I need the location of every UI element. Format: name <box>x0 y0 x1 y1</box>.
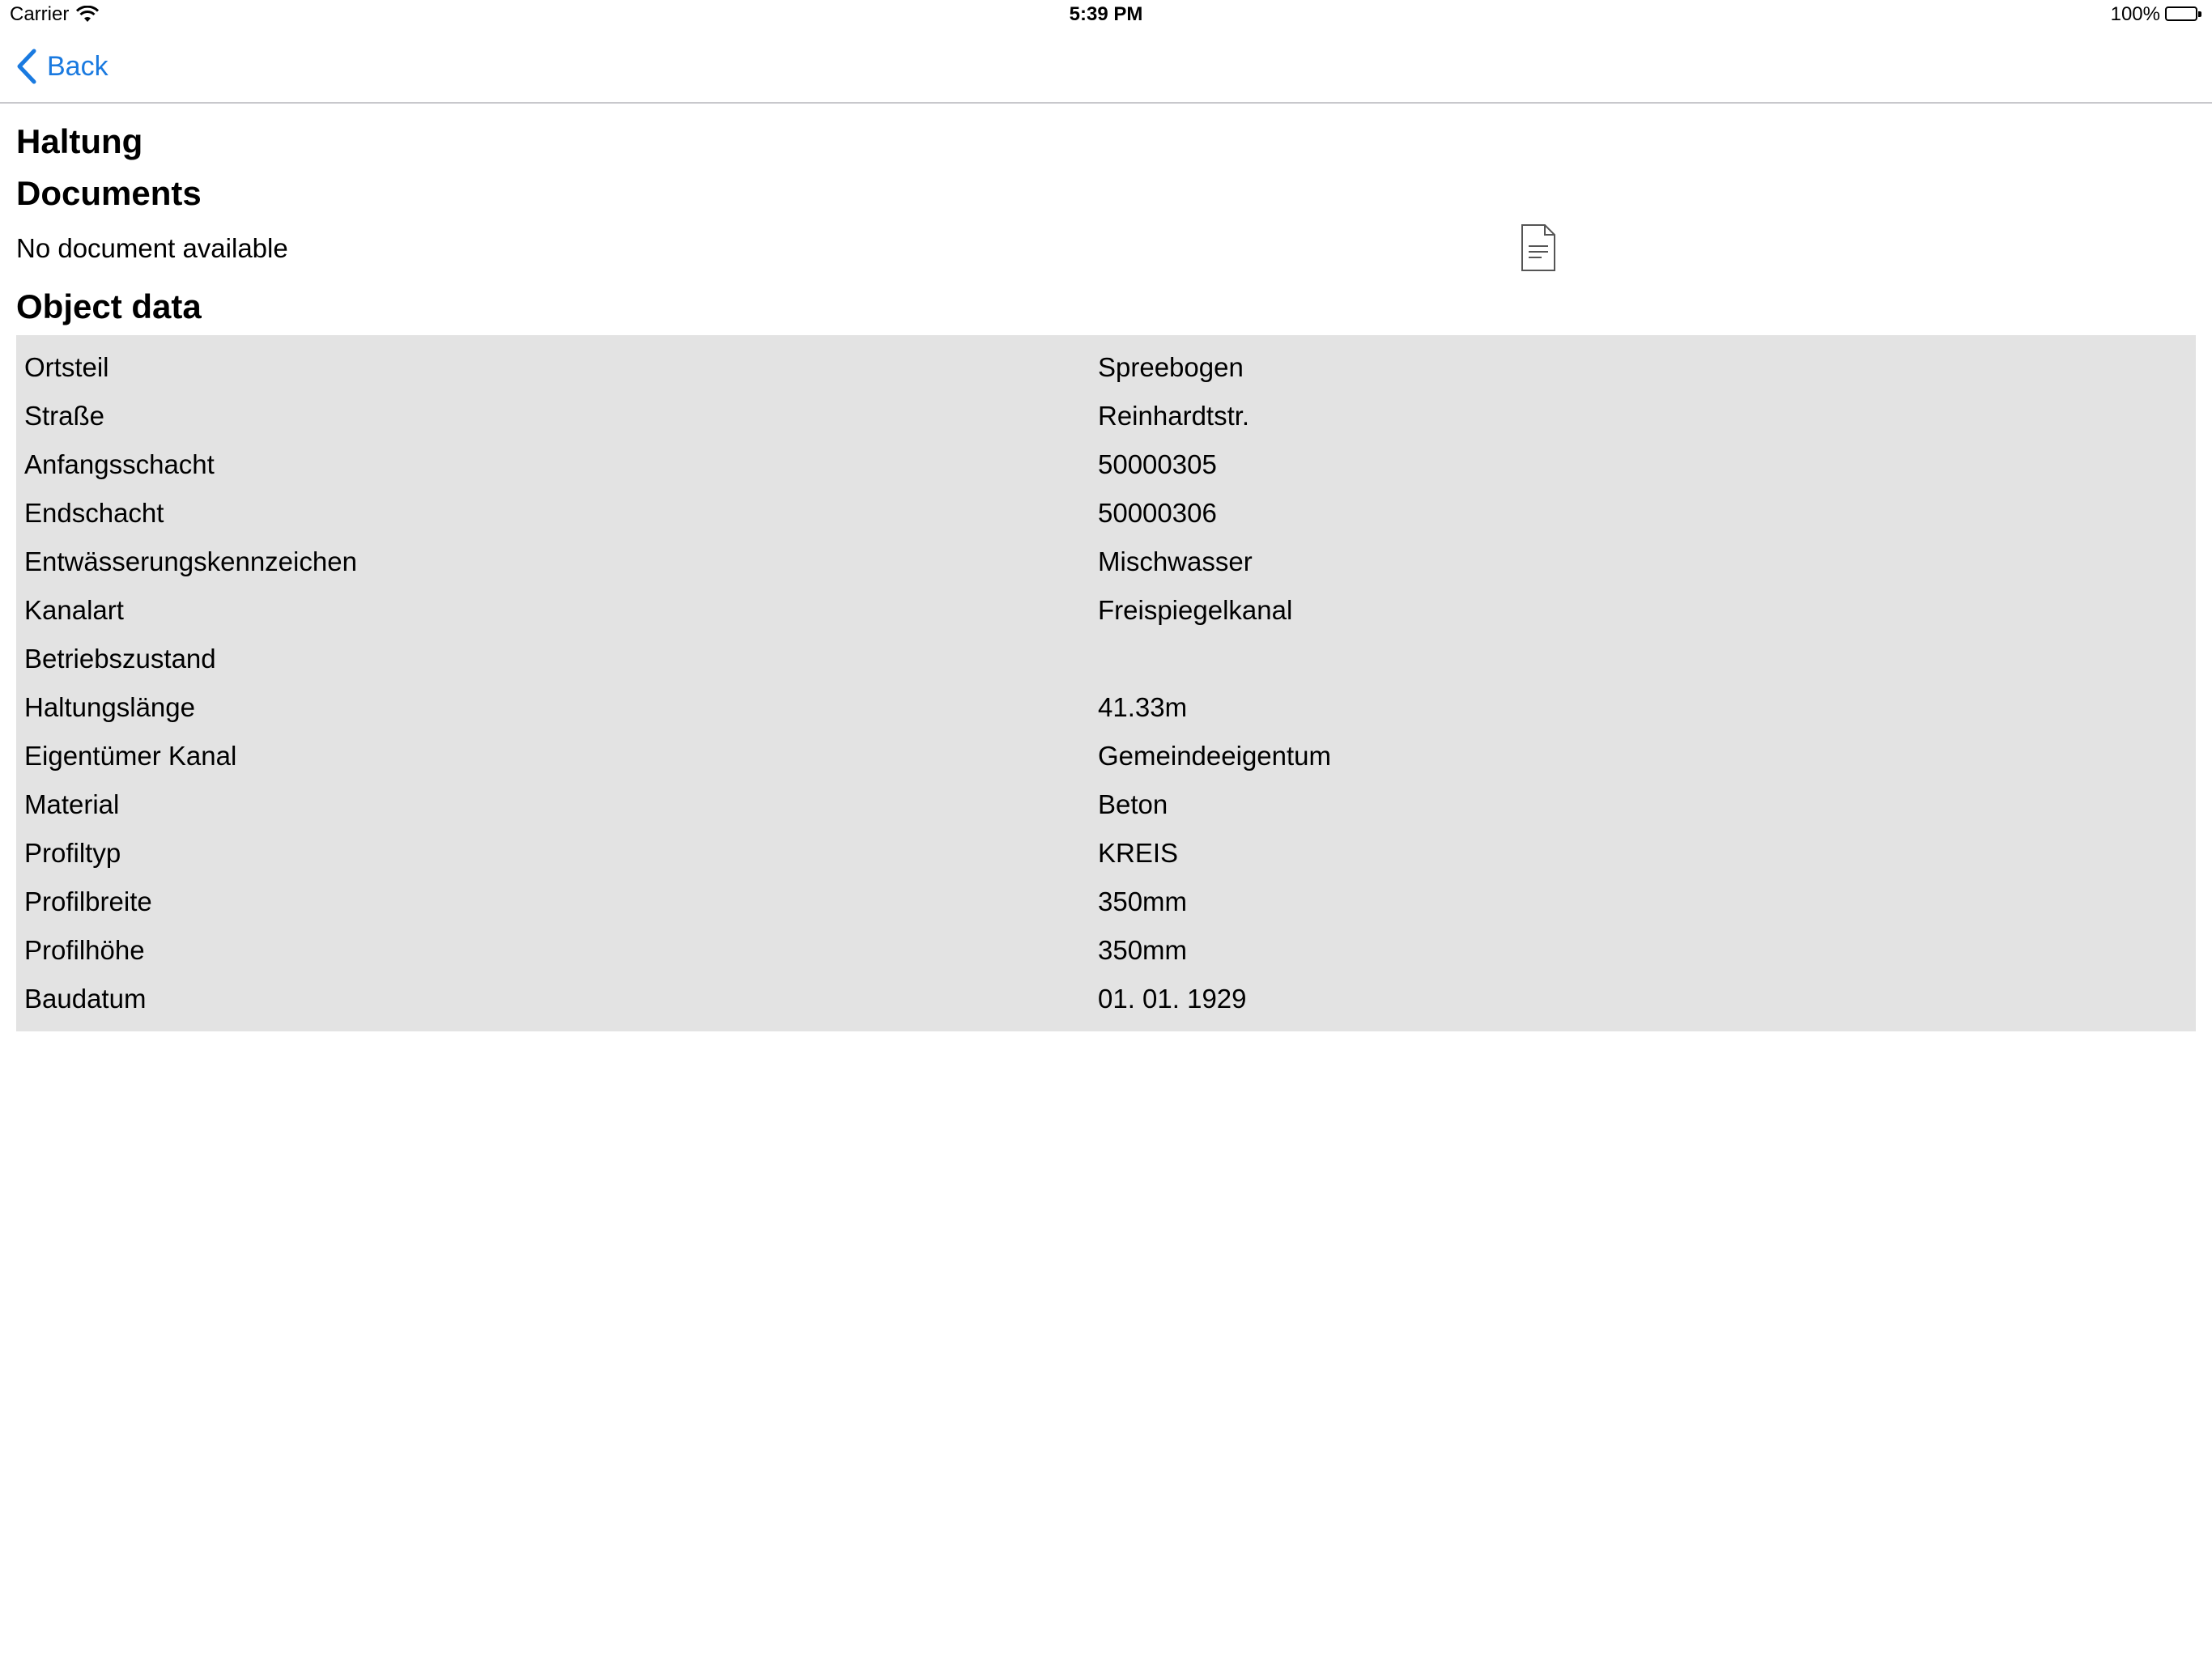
object-key: Profilhöhe <box>24 935 145 965</box>
table-row: Haltungslänge 41.33m <box>16 683 2196 732</box>
object-value: Gemeindeeigentum <box>1098 741 1332 771</box>
object-value: Freispiegelkanal <box>1098 595 1293 625</box>
object-key: Ortsteil <box>24 352 109 382</box>
table-row: Anfangsschacht 50000305 <box>16 440 2196 489</box>
document-icon[interactable] <box>1519 223 1558 272</box>
table-row: Ortsteil Spreebogen <box>16 343 2196 392</box>
object-key: Endschacht <box>24 498 164 528</box>
table-row: Eigentümer Kanal Gemeindeeigentum <box>16 732 2196 780</box>
table-row: Profiltyp KREIS <box>16 829 2196 878</box>
object-data-table: Ortsteil Spreebogen Straße Reinhardtstr. Anf… <box>16 335 2196 1031</box>
object-value: 01. 01. 1929 <box>1098 984 1247 1014</box>
back-label: Back <box>47 50 108 82</box>
object-value: KREIS <box>1098 838 1179 868</box>
table-row: Endschacht 50000306 <box>16 489 2196 538</box>
object-key: Profiltyp <box>24 838 121 868</box>
table-row: Kanalart Freispiegelkanal <box>16 586 2196 635</box>
table-row: Material Beton <box>16 780 2196 829</box>
table-row: Entwässerungskennzeichen Mischwasser <box>16 538 2196 586</box>
main-content: Haltung Documents No document available … <box>16 120 2196 1031</box>
object-key: Baudatum <box>24 984 147 1014</box>
table-row: Profilhöhe 350mm <box>16 926 2196 975</box>
documents-row: No document available <box>16 217 2196 280</box>
object-value: 50000305 <box>1098 449 1217 479</box>
object-value: 50000306 <box>1098 498 1217 528</box>
object-value: 41.33m <box>1098 692 1188 722</box>
battery-icon <box>2165 6 2202 23</box>
chevron-left-icon <box>17 49 36 84</box>
documents-title: Documents <box>16 174 202 212</box>
object-key: Straße <box>24 401 105 431</box>
back-button[interactable]: Back <box>16 49 108 84</box>
page-title: Haltung <box>16 122 143 160</box>
object-value: 350mm <box>1098 935 1188 965</box>
table-row: Baudatum 01. 01. 1929 <box>16 975 2196 1023</box>
battery-percent: 100% <box>2110 3 2160 25</box>
object-key: Haltungslänge <box>24 692 195 722</box>
object-key: Betriebszustand <box>24 644 216 674</box>
object-key: Eigentümer Kanal <box>24 741 237 771</box>
object-key: Kanalart <box>24 595 124 625</box>
no-document-label: No document available <box>16 233 288 263</box>
object-data-title: Object data <box>16 287 202 325</box>
object-value: 350mm <box>1098 886 1188 916</box>
table-row: Profilbreite 350mm <box>16 878 2196 926</box>
status-battery: 100% <box>2111 3 2202 26</box>
object-key: Material <box>24 789 120 819</box>
object-value: Mischwasser <box>1098 546 1253 576</box>
table-row: Straße Reinhardtstr. <box>16 392 2196 440</box>
object-value: Spreebogen <box>1098 352 1244 382</box>
object-key: Entwässerungskennzeichen <box>24 546 357 576</box>
object-key: Profilbreite <box>24 886 152 916</box>
status-time: 5:39 PM <box>1069 3 1143 25</box>
object-value: Reinhardtstr. <box>1098 401 1250 431</box>
navigation-bar: Back <box>0 32 2212 104</box>
object-key: Anfangsschacht <box>24 449 215 479</box>
table-row: Betriebszustand <box>16 635 2196 683</box>
status-bar: Carrier 5:39 PM 100% <box>0 0 2212 32</box>
object-value: Beton <box>1098 789 1168 819</box>
